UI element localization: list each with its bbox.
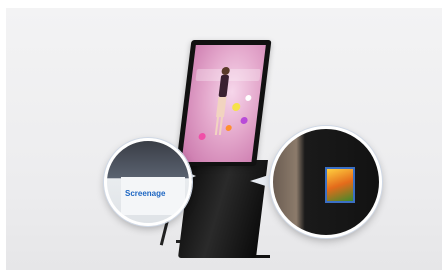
brand-label-card: Screenage: [121, 177, 185, 215]
decor-ball: [198, 133, 207, 140]
brand-label-text: Screenage: [125, 189, 166, 198]
decor-ball: [244, 95, 252, 101]
kiosk-screen-frame: [176, 40, 272, 166]
decor-ball: [231, 103, 241, 111]
portable-digital-signage-kiosk: [0, 0, 448, 275]
decor-ball: [225, 125, 233, 131]
inset-right-pointer: [250, 174, 272, 188]
inset-left-detail: Screenage: [104, 138, 192, 226]
kiosk-screen-content: [181, 45, 266, 162]
decor-ball: [240, 117, 249, 124]
inset-right-detail: [270, 126, 382, 238]
poster-thumbnail: [325, 167, 355, 203]
